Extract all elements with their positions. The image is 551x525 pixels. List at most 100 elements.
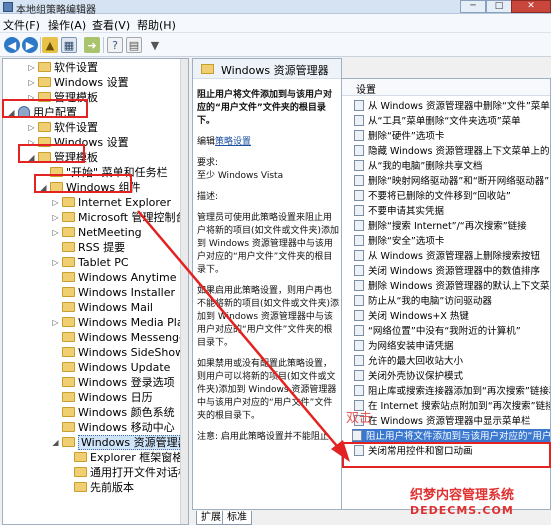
tree-item-color-system[interactable]: Windows 颜色系统 [51, 405, 175, 420]
tree-item-messenger[interactable]: Windows Messenger [51, 330, 188, 345]
policy-row[interactable]: 删除“映射网络驱动器”和“断开网络驱动器” [354, 174, 550, 189]
policy-row[interactable]: 从 Windows 资源管理器中删除“文件”菜单 [354, 99, 550, 114]
expand-icon[interactable]: ▷ [27, 120, 36, 135]
collapse-icon[interactable]: ◢ [7, 105, 16, 120]
properties-icon[interactable]: ▤ [126, 37, 142, 53]
tab-standard[interactable]: 标准 [222, 511, 252, 525]
close-button[interactable]: ✕ [511, 0, 551, 13]
tree-item-anytime-upgrade[interactable]: Windows Anytime Upgr [51, 270, 188, 285]
list-header: 设置 [342, 79, 550, 96]
help-icon[interactable]: ? [107, 37, 123, 53]
menu-file[interactable]: 文件(F) [3, 17, 40, 33]
menu-view[interactable]: 查看(V) [92, 17, 130, 33]
policy-row[interactable]: 关闭 Windows+X 热键 [354, 309, 550, 324]
tree-item-windows-update[interactable]: Windows Update [51, 360, 170, 375]
collapse-icon[interactable]: ◢ [39, 180, 48, 195]
tree-item-explorer-frame-pane[interactable]: Explorer 框架窗格 [63, 450, 183, 465]
tree-item-calendar[interactable]: Windows 日历 [51, 390, 153, 405]
policy-row[interactable]: 关闭外壳协议保护模式 [354, 369, 550, 384]
expand-icon[interactable]: ▷ [51, 210, 60, 225]
tree-item-rss[interactable]: RSS 提要 [51, 240, 125, 255]
filter-icon[interactable]: ▼ [147, 37, 163, 53]
policy-row[interactable]: 关闭常用控件和窗口动画 [354, 444, 550, 459]
edit-policy-link[interactable]: 策略设置 [215, 137, 251, 147]
tree-item-tablet-pc[interactable]: ▷ Tablet PC [51, 255, 128, 270]
tree-item-common-open-file-dialog[interactable]: 通用打开文件对话框 [63, 465, 188, 480]
tree-item-windows-explorer[interactable]: ◢ Windows 资源管理器 [51, 435, 188, 450]
expand-icon[interactable]: ▷ [51, 225, 60, 240]
description-text-1: 管理员可使用此策略设置来阻止用户将新的项目(如文件或文件夹)添加到 Window… [197, 213, 340, 275]
menu-help[interactable]: 帮助(H) [137, 17, 176, 33]
policy-label: 关闭外壳协议保护模式 [368, 371, 464, 382]
tree-item-user-windows-settings[interactable]: ▷ Windows 设置 [27, 135, 128, 150]
tree-item-computer-admin-templates[interactable]: ▷ 管理模板 [27, 90, 98, 105]
policy-row[interactable]: 从 Windows 资源管理器上删除搜索按钮 [354, 249, 550, 264]
policy-row[interactable]: 删除 Windows 资源管理器的默认上下文菜单 [354, 279, 550, 294]
show-hide-tree-icon[interactable]: ▦ [61, 37, 77, 53]
tree-item-logon-options[interactable]: Windows 登录选项 [51, 375, 175, 390]
minimize-button[interactable]: ─ [460, 0, 486, 13]
policy-row[interactable]: 在 Windows 资源管理器中显示菜单栏 [354, 414, 550, 429]
folder-icon [62, 257, 75, 267]
tree-item-internet-explorer[interactable]: ▷ Internet Explorer [51, 195, 171, 210]
up-folder-icon[interactable]: ▲ [42, 37, 58, 53]
expand-icon[interactable]: ▷ [27, 90, 36, 105]
policy-row[interactable]: 从“工具”菜单删除“文件夹选项”菜单 [354, 114, 550, 129]
tree-item-start-menu-taskbar[interactable]: "开始" 菜单和任务栏 [39, 165, 168, 180]
tree-item-windows-installer[interactable]: Windows Installer [51, 285, 175, 300]
expand-icon[interactable]: ▷ [27, 135, 36, 150]
policy-row[interactable]: 关闭 Windows 资源管理器中的数值排序 [354, 264, 550, 279]
policy-row[interactable]: 在 Internet 搜索站点附加到“再次搜索”链接 [354, 399, 550, 414]
policy-row[interactable]: 允许的最大回收站大小 [354, 354, 550, 369]
tree-item-computer-software[interactable]: ▷ 软件设置 [27, 60, 98, 75]
policy-row[interactable]: 从“我的电脑”删除共享文档 [354, 159, 550, 174]
policy-label: 删除“搜索 Internet”/“再次搜索”链接 [368, 221, 527, 232]
tree-item-mobility-center[interactable]: Windows 移动中心 [51, 420, 175, 435]
tree-item-netmeeting[interactable]: ▷ NetMeeting [51, 225, 141, 240]
policy-label: 删除“硬件”选项卡 [368, 131, 445, 142]
policy-row[interactable]: 删除“安全”选项卡 [354, 234, 550, 249]
policy-row[interactable]: 防止从“我的电脑”访问驱动器 [354, 294, 550, 309]
description-text-3: 如果禁用或没有配置此策略设置，则用户可以将新的项目(如文件或文件夹)添加到 Wi… [197, 359, 337, 421]
tree-item-computer-windows-settings[interactable]: ▷ Windows 设置 [27, 75, 128, 90]
tree-item-user-admin-templates[interactable]: ◢ 管理模板 [27, 150, 98, 165]
expand-icon[interactable]: ▷ [51, 255, 60, 270]
expand-icon[interactable]: ▷ [27, 75, 36, 90]
tree-item-previous-versions[interactable]: 先前版本 [63, 480, 134, 495]
forward-arrow-icon[interactable]: ▶ [22, 37, 38, 53]
folder-icon [62, 362, 75, 372]
tree-item-sideshow[interactable]: Windows SideShow [51, 345, 184, 360]
policy-setting-icon [354, 250, 364, 261]
export-list-icon[interactable]: ➜ [84, 37, 100, 53]
policy-row[interactable]: 隐藏 Windows 资源管理器上下文菜单上的“管理”项 [354, 144, 550, 159]
policy-row[interactable]: 为网络安装申请凭据 [354, 339, 550, 354]
folder-icon [62, 332, 75, 342]
folder-icon [74, 452, 87, 462]
policy-row[interactable]: “网络位置”中没有“我附近的计算机” [354, 324, 550, 339]
expand-icon[interactable]: ▷ [51, 195, 60, 210]
tree-item-mmc[interactable]: ▷ Microsoft 管理控制台 [51, 210, 186, 225]
policy-setting-icon [354, 220, 364, 231]
policy-row[interactable]: 阻止库或搜索连接器添加到“再次搜索”链接和“开始”菜单 [354, 384, 550, 399]
menu-action[interactable]: 操作(A) [48, 17, 86, 33]
tree-scrollbar[interactable] [180, 59, 188, 524]
policy-row[interactable]: 删除“硬件”选项卡 [354, 129, 550, 144]
tree-item-user-software[interactable]: ▷ 软件设置 [27, 120, 98, 135]
expand-icon[interactable]: ▷ [51, 315, 60, 330]
policy-row[interactable]: 不要将已删除的文件移到“回收站” [354, 189, 550, 204]
policy-row[interactable]: 阻止用户将文件添加到与该用户对应的“用户文件”文件夹的根目录下。 [352, 429, 550, 444]
back-arrow-icon[interactable]: ◀ [4, 37, 20, 53]
folder-icon [38, 62, 51, 72]
column-header-setting[interactable]: 设置 [356, 81, 376, 96]
policy-details: 阻止用户将文件添加到与该用户对应的“用户文件”文件夹的根目录下。 编辑策略设置 … [197, 89, 340, 452]
tree-item-media-player[interactable]: ▷Windows Media Player [51, 315, 188, 330]
tree-item-windows-components[interactable]: ◢ Windows 组件 [39, 180, 140, 195]
policy-row[interactable]: 删除“搜索 Internet”/“再次搜索”链接 [354, 219, 550, 234]
tree-item-windows-mail[interactable]: Windows Mail [51, 300, 153, 315]
collapse-icon[interactable]: ◢ [51, 435, 60, 450]
policy-row[interactable]: 不要申请其实凭据 [354, 204, 550, 219]
expand-icon[interactable]: ▷ [27, 60, 36, 75]
collapse-icon[interactable]: ◢ [27, 150, 36, 165]
maximize-button[interactable]: □ [486, 0, 512, 13]
tree-item-user-configuration[interactable]: ◢ 用户配置 [7, 105, 77, 120]
